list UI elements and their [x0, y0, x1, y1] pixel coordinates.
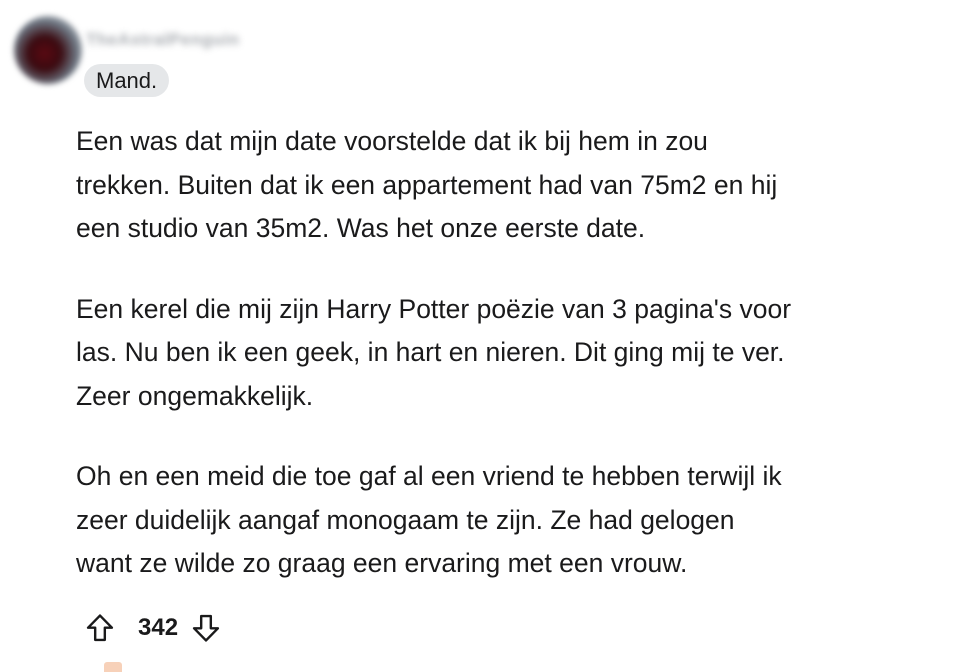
reply-avatar-partial — [104, 662, 122, 672]
comment-paragraph-1: Een was dat mijn date voorstelde dat ik … — [76, 126, 778, 243]
comment-body: Een was dat mijn date voorstelde dat ik … — [76, 120, 946, 623]
username[interactable]: TheAstralPenguin — [86, 30, 239, 50]
downvote-button[interactable] — [186, 606, 226, 650]
comment-paragraph-3: Oh en een meid die toe gaf al een vriend… — [76, 461, 782, 578]
user-flair: Mand. — [84, 64, 170, 97]
arrow-up-outline-icon — [86, 614, 114, 642]
arrow-down-outline-icon — [192, 614, 220, 642]
avatar[interactable] — [14, 16, 82, 84]
upvote-button[interactable] — [80, 606, 120, 650]
vote-score: 342 — [138, 614, 179, 641]
comment-paragraph-2: Een kerel die mij zijn Harry Potter poëz… — [76, 293, 792, 411]
comment-actions: 342 — [80, 606, 226, 650]
